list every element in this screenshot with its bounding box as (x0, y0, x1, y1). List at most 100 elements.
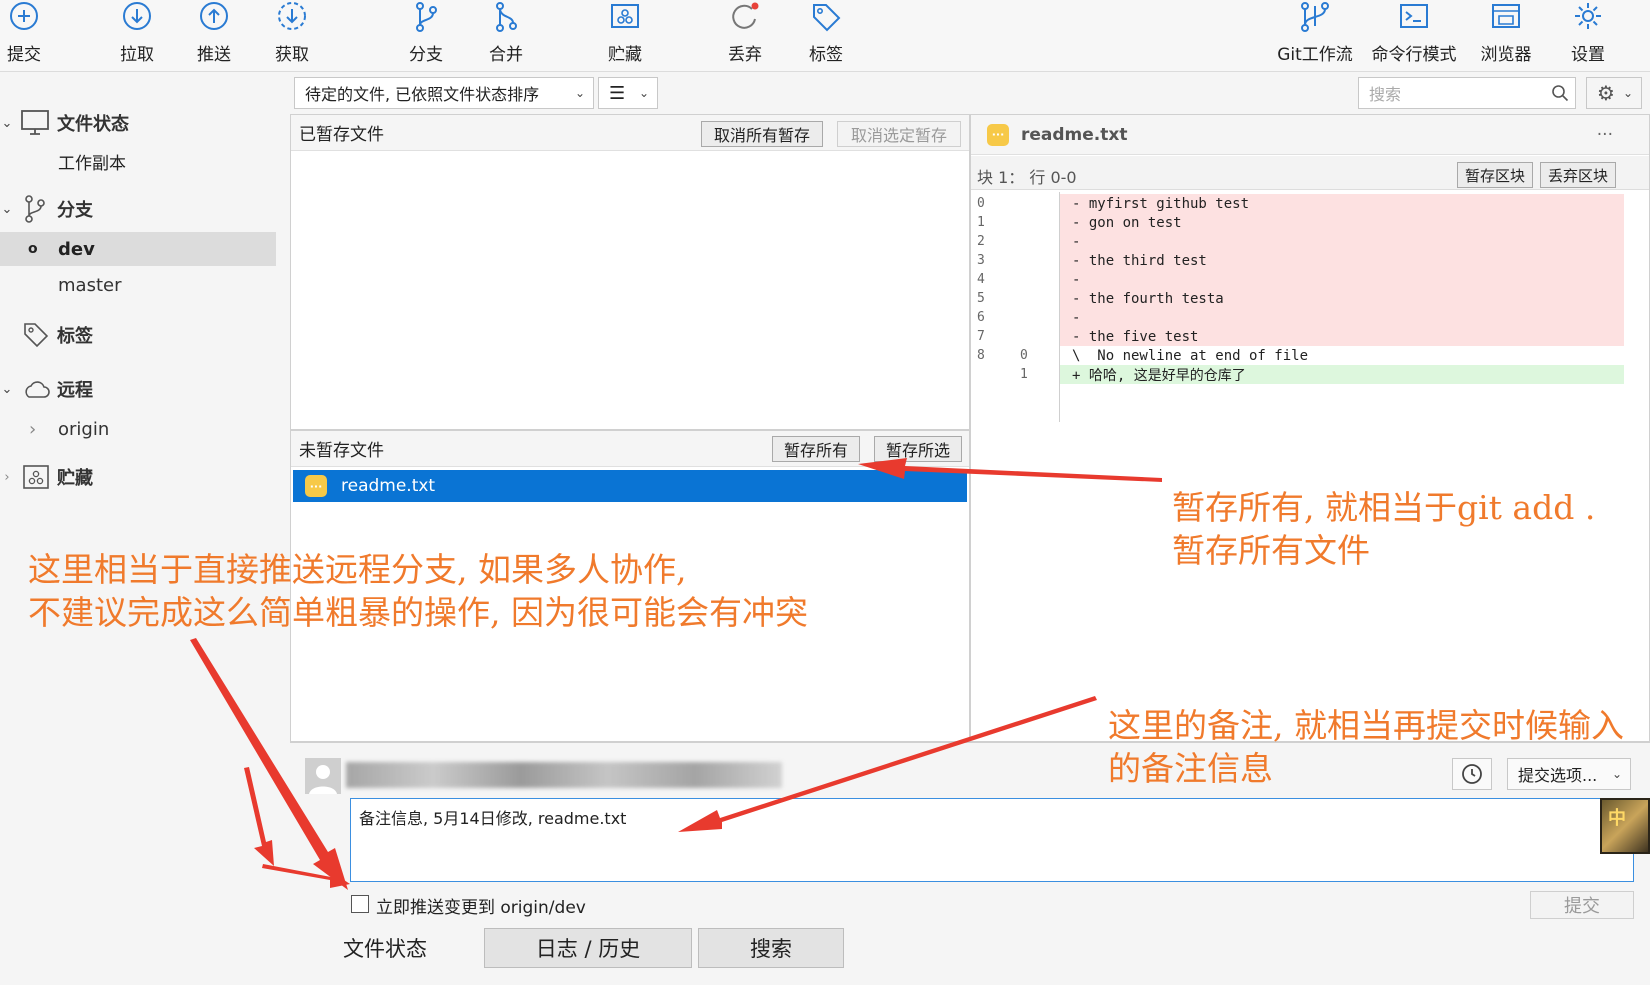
commit-submit-button[interactable]: 提交 (1530, 891, 1634, 919)
fetch-icon (278, 2, 306, 30)
sidebar-label: 标签 (57, 326, 93, 347)
settings-menu-button[interactable]: ⚙ ⌄ (1586, 77, 1642, 109)
old-line-number: 1 (977, 215, 985, 230)
sidebar-label: 工作副本 (58, 153, 126, 174)
search-placeholder: 搜索 (1369, 85, 1402, 104)
diff-line-text: \ No newline at end of file (1072, 347, 1309, 364)
file-modified-icon: ··· (305, 475, 327, 497)
sidebar-item-branch-master[interactable]: master (0, 268, 290, 302)
sort-mode-select[interactable]: 待定的文件, 已依照文件状态排序 ⌄ (294, 77, 594, 109)
fetch-button[interactable]: 获取 (250, 0, 334, 70)
gear-icon (1575, 3, 1601, 29)
stash-button[interactable]: 贮藏 (583, 0, 667, 70)
chevron-down-icon: ⌄ (1, 381, 13, 397)
list-icon: ☰ (609, 82, 626, 104)
commit-button[interactable]: 提交 (0, 0, 66, 70)
diff-line: + 哈哈, 这是好早的仓库了 (1060, 365, 1624, 384)
diff-line: \ No newline at end of file (1060, 346, 1624, 365)
stash-label: 贮藏 (608, 45, 642, 65)
sidebar-item-stashes[interactable]: › 贮藏 (0, 460, 290, 494)
old-line-number: 5 (977, 291, 985, 306)
stage-all-button[interactable]: 暂存所有 (772, 436, 860, 462)
merge-button[interactable]: 合并 (464, 0, 548, 70)
settings-label: 设置 (1571, 45, 1605, 65)
search-input[interactable]: 搜索 (1358, 77, 1576, 109)
diff-line-text: - gon on test (1072, 214, 1182, 231)
chevron-right-icon: › (4, 469, 10, 485)
ime-label: 中 (1608, 808, 1626, 829)
tab-search[interactable]: 搜索 (698, 928, 844, 968)
browser-label: 浏览器 (1480, 45, 1532, 65)
tab-file-status[interactable]: 文件状态 (290, 928, 480, 968)
sidebar-item-working-copy[interactable]: 工作副本 (0, 144, 290, 178)
diff-line-text: + 哈哈, 这是好早的仓库了 (1072, 367, 1246, 384)
sidebar-item-file-status[interactable]: ⌄ 文件状态 (0, 106, 290, 140)
gear-icon: ⚙ (1597, 81, 1615, 105)
gitflow-button[interactable]: Git工作流 (1260, 0, 1370, 70)
browser-button[interactable]: 浏览器 (1464, 0, 1548, 70)
sidebar-label: master (58, 274, 122, 296)
sidebar-item-tags[interactable]: 标签 (0, 318, 290, 352)
diff-line: - (1060, 270, 1624, 289)
branch-icon (25, 195, 45, 223)
diff-line-text: - (1072, 271, 1081, 288)
push-label: 推送 (197, 45, 231, 65)
terminal-button[interactable]: 命令行模式 (1364, 0, 1464, 70)
tag-icon (813, 4, 841, 32)
branch-button[interactable]: 分支 (384, 0, 468, 70)
settings-button[interactable]: 设置 (1546, 0, 1630, 70)
new-line-number: 0 (1020, 348, 1028, 363)
old-line-number: 4 (977, 272, 985, 287)
stage-hunk-button[interactable]: 暂存区块 (1457, 162, 1533, 188)
list-item[interactable]: ··· readme.txt (293, 470, 967, 502)
unstage-all-button[interactable]: 取消所有暂存 (701, 121, 823, 147)
old-line-number: 8 (977, 348, 985, 363)
merge-icon (496, 2, 517, 32)
diff-line: - (1060, 232, 1624, 251)
chevron-down-icon: ⌄ (638, 86, 649, 100)
old-line-number: 7 (977, 329, 985, 344)
discard-hunk-button[interactable]: 丢弃区块 (1540, 162, 1616, 188)
chevron-down-icon: ⌄ (574, 86, 585, 100)
stash-icon (611, 4, 639, 28)
sidebar-item-remotes[interactable]: ⌄ 远程 (0, 372, 290, 406)
sidebar-label: 文件状态 (57, 114, 129, 135)
tag-button[interactable]: 标签 (784, 0, 868, 70)
monitor-icon (21, 110, 49, 135)
sidebar-label: 贮藏 (57, 468, 93, 489)
annotation-note-line2: 的备注信息 (1108, 749, 1273, 788)
diff-line: - the five test (1060, 327, 1624, 346)
old-line-number: 3 (977, 253, 985, 268)
sidebar-item-remote-origin[interactable]: › origin (0, 412, 290, 446)
commit-options-label: 提交选项... (1518, 766, 1598, 785)
commit-options-select[interactable]: 提交选项... ⌄ (1507, 758, 1631, 790)
tab-log-history[interactable]: 日志 / 历史 (484, 928, 692, 968)
push-immediately-checkbox[interactable] (351, 895, 369, 913)
sidebar-item-branch-dev[interactable]: o dev (0, 232, 276, 266)
commit-message-text: 备注信息, 5月14日修改, readme.txt (359, 809, 627, 828)
diff-line-text: - (1072, 233, 1081, 250)
sidebar: ⌄ 文件状态 工作副本 ⌄ 分支 o dev master 标签 ⌄ 远程 › … (0, 72, 290, 985)
diff-filename: readme.txt (1021, 124, 1128, 145)
unstaged-header: 未暂存文件 (291, 431, 969, 467)
toolbar: 提交 拉取 推送 获取 分支 合并 贮藏 丢弃 标签 Git工作流 命令行模式 (0, 0, 1650, 72)
more-menu-icon[interactable]: ··· (1597, 125, 1613, 145)
diff-line-text: - the five test (1072, 328, 1199, 345)
sidebar-item-branches[interactable]: ⌄ 分支 (0, 192, 290, 226)
tag-label: 标签 (809, 45, 843, 65)
view-mode-select[interactable]: ☰ ⌄ (598, 77, 658, 109)
diff-line-text: - the fourth testa (1072, 290, 1224, 307)
annotation-note-line1: 这里的备注, 就相当再提交时候输入 (1108, 706, 1624, 745)
avatar (305, 758, 341, 794)
discard-button[interactable]: 丢弃 (703, 0, 787, 70)
history-button[interactable] (1452, 758, 1492, 790)
push-icon (200, 2, 228, 30)
push-button[interactable]: 推送 (172, 0, 256, 70)
diff-line: - (1060, 308, 1624, 327)
commit-message-input[interactable]: 备注信息, 5月14日修改, readme.txt (350, 798, 1634, 882)
pull-label: 拉取 (120, 45, 154, 65)
unstage-selected-button[interactable]: 取消选定暂存 (837, 121, 961, 147)
pull-button[interactable]: 拉取 (95, 0, 179, 70)
stage-selected-button[interactable]: 暂存所选 (874, 436, 962, 462)
chevron-down-icon: ⌄ (1611, 767, 1622, 781)
